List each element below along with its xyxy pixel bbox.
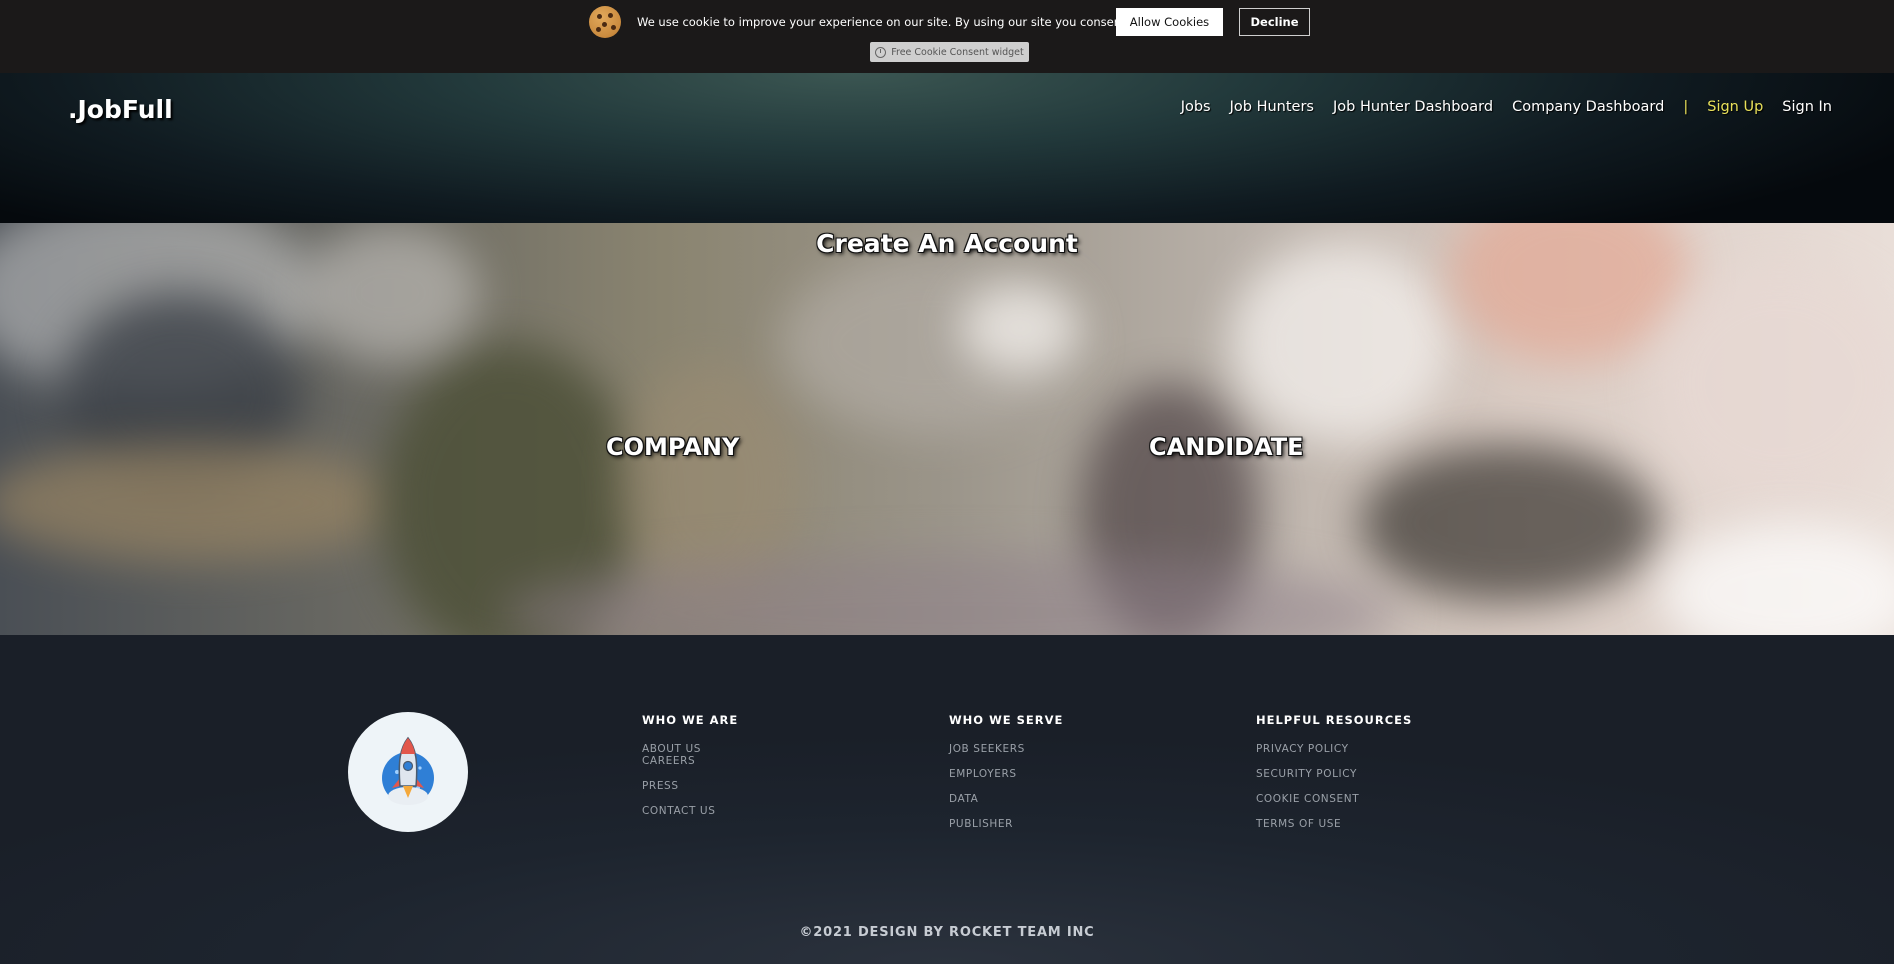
nav-sign-up[interactable]: Sign Up [1707, 99, 1763, 115]
footer-link-press[interactable]: PRESS [642, 780, 738, 792]
cookie-icon [589, 6, 621, 38]
cookie-widget-link[interactable]: Free Cookie Consent widget [870, 42, 1029, 62]
site-footer: WHO WE ARE ABOUT US CAREERS PRESS CONTAC… [0, 635, 1894, 964]
nav-jobs[interactable]: Jobs [1181, 99, 1211, 115]
footer-link-terms-of-use[interactable]: TERMS OF USE [1256, 818, 1412, 830]
footer-link-contact-us[interactable]: CONTACT US [642, 805, 738, 817]
decline-cookies-button[interactable]: Decline [1239, 8, 1310, 36]
candidate-signup-option[interactable]: CANDIDATE [1149, 433, 1304, 461]
clock-icon [875, 46, 887, 58]
cookie-consent-bar: We use cookie to improve your experience… [0, 0, 1894, 73]
footer-col-who-we-are: WHO WE ARE ABOUT US CAREERS PRESS CONTAC… [642, 713, 738, 830]
footer-heading: WHO WE SERVE [949, 713, 1064, 727]
rocket-icon [382, 736, 434, 805]
brand-logo[interactable]: .JobFull [68, 95, 173, 124]
nav-sign-in[interactable]: Sign In [1782, 99, 1832, 115]
copyright: ©2021 DESIGN BY ROCKET TEAM INC [799, 925, 1095, 940]
create-account-hero: Create An Account COMPANY CANDIDATE [0, 223, 1894, 635]
nav-job-hunters[interactable]: Job Hunters [1230, 99, 1314, 115]
page-title: Create An Account [816, 229, 1078, 258]
footer-link-job-seekers[interactable]: JOB SEEKERS [949, 743, 1063, 755]
footer-link-about-us[interactable]: ABOUT US [642, 743, 738, 755]
footer-col-who-we-serve: WHO WE SERVE JOB SEEKERS EMPLOYERS DATA … [949, 713, 1063, 843]
nav-job-hunter-dashboard[interactable]: Job Hunter Dashboard [1333, 99, 1493, 115]
footer-heading: WHO WE ARE [642, 713, 739, 727]
site-header: .JobFull Jobs Job Hunters Job Hunter Das… [0, 73, 1894, 223]
footer-link-security-policy[interactable]: SECURITY POLICY [1256, 768, 1412, 780]
footer-link-employers[interactable]: EMPLOYERS [949, 768, 1063, 780]
cookie-message: We use cookie to improve your experience… [637, 15, 1177, 29]
footer-link-publisher[interactable]: PUBLISHER [949, 818, 1063, 830]
footer-link-data[interactable]: DATA [949, 793, 1063, 805]
nav-separator: | [1683, 99, 1689, 115]
cookie-widget-label: Free Cookie Consent widget [891, 46, 1024, 58]
footer-link-privacy-policy[interactable]: PRIVACY POLICY [1256, 743, 1412, 755]
nav-company-dashboard[interactable]: Company Dashboard [1512, 99, 1664, 115]
company-signup-option[interactable]: COMPANY [606, 433, 739, 461]
allow-cookies-button[interactable]: Allow Cookies [1116, 8, 1223, 36]
main-nav: Jobs Job Hunters Job Hunter Dashboard Co… [1162, 99, 1832, 115]
footer-link-careers[interactable]: CAREERS [642, 755, 738, 767]
footer-col-helpful-resources: HELPFUL RESOURCES PRIVACY POLICY SECURIT… [1256, 713, 1412, 843]
footer-link-cookie-consent[interactable]: COOKIE CONSENT [1256, 793, 1412, 805]
footer-logo [348, 712, 468, 832]
cookie-message-row: We use cookie to improve your experience… [589, 6, 1176, 38]
footer-heading: HELPFUL RESOURCES [1256, 713, 1413, 727]
